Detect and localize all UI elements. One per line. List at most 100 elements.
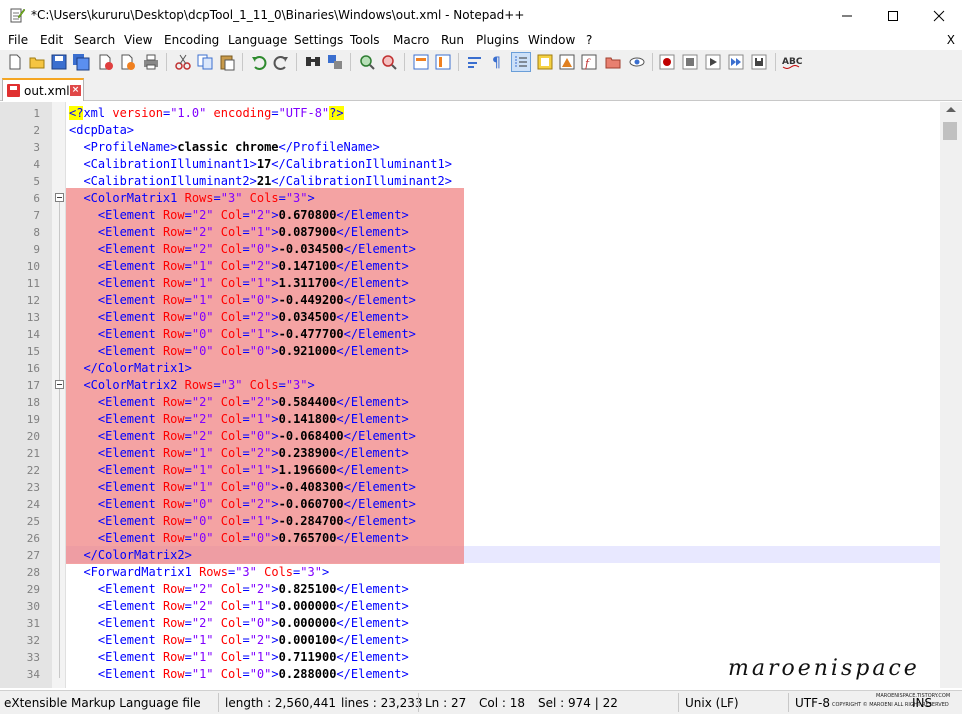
menu-file[interactable]: File (8, 33, 28, 47)
spell-check-icon[interactable]: ABC (782, 53, 804, 71)
code-line[interactable]: <Element Row="0" Col="1">-0.477700</Elem… (69, 326, 416, 343)
svg-text:¶: ¶ (492, 55, 501, 71)
new-file-icon[interactable] (6, 53, 24, 71)
menu-run[interactable]: Run (441, 33, 464, 47)
stop-recording-icon[interactable] (681, 53, 699, 71)
sync-vertical-icon[interactable] (412, 53, 430, 71)
show-all-characters-icon[interactable]: ¶ (488, 53, 506, 71)
zoom-in-icon[interactable] (358, 53, 376, 71)
code-line[interactable]: <Element Row="0" Col="2">-0.060700</Elem… (69, 496, 416, 513)
code-line[interactable]: </ColorMatrix2> (69, 547, 191, 564)
print-icon[interactable] (142, 53, 160, 71)
minimize-button[interactable] (824, 0, 870, 31)
watermark: maroenispace MAROENISPACE.TISTORY.COM CO… (728, 656, 950, 712)
code-line[interactable]: <dcpData> (69, 122, 134, 139)
code-line[interactable]: <Element Row="2" Col="1">0.000000</Eleme… (69, 598, 409, 615)
zoom-out-icon[interactable] (380, 53, 398, 71)
menu-tools[interactable]: Tools (350, 33, 380, 47)
scroll-up-arrow-icon[interactable] (946, 107, 956, 112)
code-line[interactable]: <Element Row="1" Col="2">0.000100</Eleme… (69, 632, 409, 649)
code-line[interactable]: <Element Row="1" Col="2">0.238900</Eleme… (69, 445, 409, 462)
code-line[interactable]: <Element Row="2" Col="2">0.825100</Eleme… (69, 581, 409, 598)
menu-edit[interactable]: Edit (40, 33, 63, 47)
code-line[interactable]: <ColorMatrix2 Rows="3" Cols="3"> (69, 377, 314, 394)
svg-text:ABC: ABC (782, 57, 803, 67)
replace-icon[interactable] (326, 53, 344, 71)
user-defined-language-icon[interactable] (536, 53, 554, 71)
function-list-icon[interactable]: f (580, 53, 598, 71)
record-macro-icon[interactable] (658, 53, 676, 71)
status-lines: lines : 23,233 (341, 696, 423, 710)
redo-icon[interactable] (272, 53, 290, 71)
document-map-icon[interactable] (558, 53, 576, 71)
line-number: 21 (26, 447, 40, 460)
monitoring-icon[interactable] (628, 53, 646, 71)
code-line[interactable]: <Element Row="1" Col="1">1.196600</Eleme… (69, 462, 409, 479)
code-line[interactable]: <Element Row="2" Col="1">0.087900</Eleme… (69, 224, 409, 241)
code-line[interactable]: <CalibrationIlluminant1>17</CalibrationI… (69, 156, 451, 173)
menu-language[interactable]: Language (228, 33, 287, 47)
code-line[interactable]: <Element Row="1" Col="1">0.711900</Eleme… (69, 649, 409, 666)
save-icon[interactable] (50, 53, 68, 71)
menu-search[interactable]: Search (74, 33, 115, 47)
folder-as-workspace-icon[interactable] (604, 53, 622, 71)
tab-close-icon[interactable]: × (70, 85, 81, 96)
word-wrap-icon[interactable] (466, 53, 484, 71)
code-line[interactable]: <Element Row="1" Col="0">-0.408300</Elem… (69, 479, 416, 496)
code-line[interactable]: <Element Row="2" Col="0">0.000000</Eleme… (69, 615, 409, 632)
code-line[interactable]: <Element Row="0" Col="0">0.921000</Eleme… (69, 343, 409, 360)
menu-plugins[interactable]: Plugins (476, 33, 519, 47)
vertical-scrollbar[interactable] (940, 102, 962, 688)
code-line[interactable]: <Element Row="0" Col="0">0.765700</Eleme… (69, 530, 409, 547)
code-line[interactable]: <Element Row="1" Col="1">1.311700</Eleme… (69, 275, 409, 292)
save-macro-icon[interactable] (750, 53, 768, 71)
run-macro-multiple-icon[interactable] (727, 53, 745, 71)
code-line[interactable]: <Element Row="2" Col="0">-0.068400</Elem… (69, 428, 416, 445)
close-all-icon[interactable] (118, 53, 136, 71)
cut-icon[interactable] (174, 53, 192, 71)
sync-horizontal-icon[interactable] (434, 53, 452, 71)
code-line[interactable]: <?xml version="1.0" encoding="UTF-8"?> (69, 105, 344, 122)
code-line[interactable]: <Element Row="2" Col="2">0.584400</Eleme… (69, 394, 409, 411)
find-icon[interactable] (304, 53, 322, 71)
line-number-margin: 1 2 3 4 5 6 7 8 9 10 11 12 13 14 15 16 17 18 19 20 21 22 23 24 2… (0, 102, 52, 688)
close-window-button[interactable] (916, 0, 962, 31)
code-line[interactable]: <Element Row="0" Col="2">0.034500</Eleme… (69, 309, 409, 326)
line-number: 30 (26, 600, 40, 613)
open-file-icon[interactable] (28, 53, 46, 71)
code-line[interactable]: <Element Row="0" Col="1">-0.284700</Elem… (69, 513, 416, 530)
code-line[interactable]: <CalibrationIlluminant2>21</CalibrationI… (69, 173, 451, 190)
code-line[interactable]: <ForwardMatrix1 Rows="3" Cols="3"> (69, 564, 329, 581)
code-line[interactable]: <Element Row="1" Col="0">0.288000</Eleme… (69, 666, 409, 683)
code-line[interactable]: <Element Row="2" Col="2">0.670800</Eleme… (69, 207, 409, 224)
copy-icon[interactable] (196, 53, 214, 71)
fold-toggle-colormatrix1[interactable] (55, 193, 64, 202)
code-line[interactable]: <ProfileName>classic chrome</ProfileName… (69, 139, 379, 156)
close-document-button[interactable]: X (947, 33, 955, 47)
undo-icon[interactable] (250, 53, 268, 71)
editor-pane[interactable]: 1 2 3 4 5 6 7 8 9 10 11 12 13 14 15 16 17 18 19 20 21 22 23 24 2… (0, 102, 962, 688)
save-all-icon[interactable] (72, 53, 90, 71)
code-line[interactable]: <Element Row="2" Col="1">0.141800</Eleme… (69, 411, 409, 428)
paste-icon[interactable] (218, 53, 236, 71)
code-line[interactable]: <ColorMatrix1 Rows="3" Cols="3"> (69, 190, 314, 207)
indent-guide-icon[interactable] (511, 52, 531, 72)
code-line[interactable]: <Element Row="1" Col="2">0.147100</Eleme… (69, 258, 409, 275)
close-file-icon[interactable] (96, 53, 114, 71)
code-line[interactable]: <Element Row="1" Col="0">-0.449200</Elem… (69, 292, 416, 309)
menu-view[interactable]: View (124, 33, 152, 47)
code-line[interactable]: </ColorMatrix1> (69, 360, 191, 377)
menu-settings[interactable]: Settings (294, 33, 343, 47)
fold-toggle-colormatrix2[interactable] (55, 380, 64, 389)
window-title: *C:\Users\kururu\Desktop\dcpTool_1_11_0\… (31, 8, 525, 22)
menu-encoding[interactable]: Encoding (164, 33, 219, 47)
menu-bar: File Edit Search View Encoding Language … (0, 31, 962, 50)
tab-out-xml[interactable]: out.xml × (2, 78, 84, 101)
playback-macro-icon[interactable] (704, 53, 722, 71)
code-line[interactable]: <Element Row="2" Col="0">-0.034500</Elem… (69, 241, 416, 258)
menu-help[interactable]: ? (586, 33, 592, 47)
maximize-button[interactable] (870, 0, 916, 31)
menu-window[interactable]: Window (528, 33, 575, 47)
menu-macro[interactable]: Macro (393, 33, 429, 47)
scroll-thumb[interactable] (943, 122, 957, 140)
